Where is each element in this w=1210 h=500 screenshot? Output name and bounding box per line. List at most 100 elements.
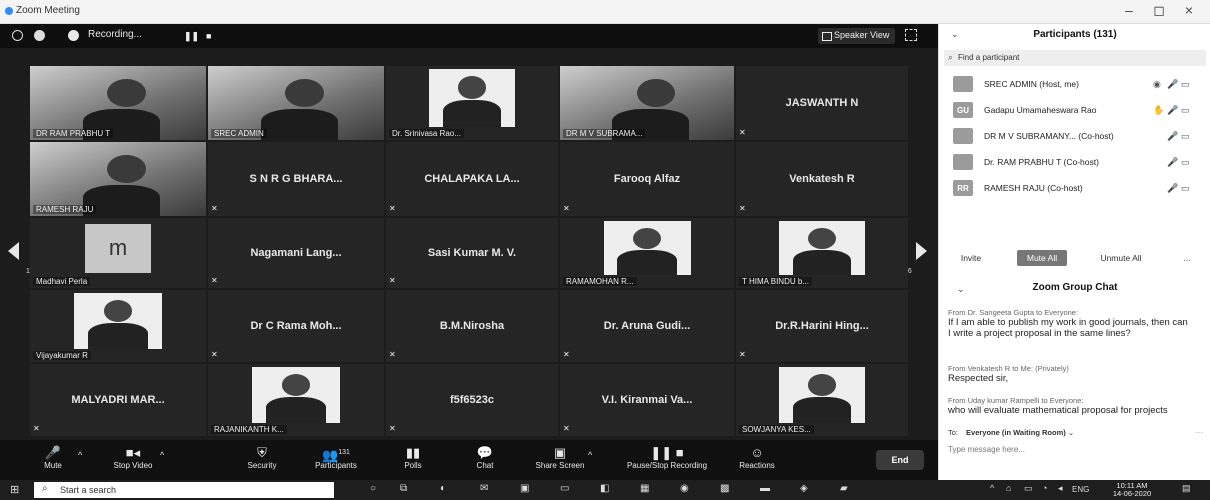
polls-button[interactable]: ▮▮ Polls xyxy=(398,444,428,478)
share-options-chevron-icon[interactable]: ^ xyxy=(588,450,592,484)
cortana-icon[interactable]: ○ xyxy=(370,483,376,497)
mail-icon[interactable]: ✉ xyxy=(480,483,488,497)
windows-start-icon[interactable]: ⊞ xyxy=(10,483,19,497)
participant-status-icon[interactable]: 🎤 xyxy=(1167,183,1178,194)
edge-browser-icon[interactable]: ◐ xyxy=(440,483,446,497)
maximize-button[interactable]: ◻ xyxy=(1150,2,1168,19)
wifi-icon[interactable]: ◔ xyxy=(1042,483,1047,497)
participant-tile[interactable]: Dr. Aruna Gudi... ✕ xyxy=(560,290,734,362)
network-icon[interactable]: ⌂ xyxy=(1006,483,1011,497)
participant-tile[interactable]: Dr. Srinivasa Rao... xyxy=(386,66,558,140)
participant-tile[interactable]: Vijayakumar R xyxy=(30,290,206,362)
language-indicator[interactable]: ENG xyxy=(1072,485,1089,499)
participant-tile[interactable]: Farooq Alfaz ✕ xyxy=(560,142,734,216)
stop-video-button[interactable]: ■◂ Stop Video xyxy=(100,444,166,478)
unmute-all-button[interactable]: Unmute All xyxy=(1087,250,1155,266)
app-icon-3[interactable]: ◉ xyxy=(680,483,689,497)
invite-button[interactable]: Invite xyxy=(951,250,991,266)
volume-icon[interactable]: ◂ xyxy=(1058,483,1063,497)
participant-row[interactable]: Dr. RAM PRABHU T (Co-host) 🎤 ▭ xyxy=(939,150,1210,176)
participant-row[interactable]: DR M V SUBRAMANY... (Co-host) 🎤 ▭ xyxy=(939,124,1210,150)
speaker-view-button[interactable]: Speaker View xyxy=(818,28,896,44)
participant-row[interactable]: GU Gadapu Umamaheswara Rao ✋ 🎤 ▭ xyxy=(939,98,1210,124)
video-options-chevron-icon[interactable]: ^ xyxy=(160,450,164,484)
audio-options-chevron-icon[interactable]: ^ xyxy=(78,450,82,484)
participant-row[interactable]: RR RAMESH RAJU (Co-host) 🎤 ▭ xyxy=(939,176,1210,202)
participant-row[interactable]: SREC ADMIN (Host, me) ◉ 🎤 ▭ xyxy=(939,72,1210,98)
prev-page-icon[interactable] xyxy=(8,242,19,260)
chat-more-icon[interactable]: ··· xyxy=(1195,428,1203,437)
participant-tile[interactable]: S N R G BHARA... ✕ xyxy=(208,142,384,216)
pause-stop-recording-button[interactable]: ❚❚ ■ Pause/Stop Recording xyxy=(612,444,722,478)
task-view-icon[interactable]: ⧉ xyxy=(400,483,407,497)
shield-icon[interactable] xyxy=(34,30,45,41)
participant-tile[interactable]: B.M.Nirosha ✕ xyxy=(386,290,558,362)
participant-status-icon[interactable]: 🎤 xyxy=(1167,105,1178,116)
participant-status-icon[interactable]: ◉ xyxy=(1153,79,1161,90)
participant-tile[interactable]: MALYADRI MAR... ✕ xyxy=(30,364,206,436)
store-icon[interactable]: ▣ xyxy=(520,483,529,497)
chat-button[interactable]: 💬 Chat xyxy=(470,444,500,478)
close-button[interactable]: × xyxy=(1180,2,1198,18)
participant-tile[interactable]: SOWJANYA KES... xyxy=(736,364,908,436)
participant-tile[interactable]: RAMESH RAJU xyxy=(30,142,206,216)
taskbar-search-input[interactable]: ⌕ Start a search xyxy=(34,482,334,498)
participant-tile[interactable]: DR M V SUBRAMA... xyxy=(560,66,734,140)
app-icon-5[interactable]: ◈ xyxy=(800,483,808,497)
participant-search-input[interactable]: ⌕ Find a participant xyxy=(944,50,1206,66)
participant-tile[interactable]: DR RAM PRABHU T xyxy=(30,66,206,140)
participant-tile[interactable]: RAMAMOHAN R... xyxy=(560,218,734,288)
participant-tile[interactable]: Sasi Kumar M. V. ✕ xyxy=(386,218,558,288)
participant-tile[interactable]: SREC ADMIN xyxy=(208,66,384,140)
participant-status-icon[interactable]: ▭ xyxy=(1181,79,1190,90)
participant-name: Dr C Rama Moh... xyxy=(250,320,342,332)
info-icon[interactable] xyxy=(12,30,23,41)
minimize-button[interactable]: – xyxy=(1120,2,1138,18)
participant-status-icon[interactable]: ▭ xyxy=(1181,105,1190,116)
app-icon-4[interactable]: ▩ xyxy=(720,483,729,497)
mute-button[interactable]: 🎤 Mute xyxy=(36,444,70,478)
photo-body xyxy=(792,397,852,424)
participant-tile[interactable]: CHALAPAKA LA... ✕ xyxy=(386,142,558,216)
chat-message-input[interactable]: Type message here... xyxy=(948,445,1025,454)
participant-tile[interactable]: T HIMA BINDU b... xyxy=(736,218,908,288)
more-options-button[interactable]: ... xyxy=(1177,250,1197,266)
mute-all-button[interactable]: Mute All xyxy=(1017,250,1067,266)
participant-tile[interactable]: Dr C Rama Moh... ✕ xyxy=(208,290,384,362)
reactions-button[interactable]: ☺ Reactions xyxy=(734,444,780,478)
participant-status-icon[interactable]: ▭ xyxy=(1181,131,1190,142)
video-camera-icon: ■◂ xyxy=(125,445,141,460)
app-icon-1[interactable]: ◧ xyxy=(600,483,609,497)
participant-status-icon[interactable]: ✋ xyxy=(1153,105,1164,116)
file-explorer-icon[interactable]: ▭ xyxy=(560,483,569,497)
participant-tile[interactable]: Dr.R.Harini Hing... ✕ xyxy=(736,290,908,362)
share-screen-button[interactable]: ▣ Share Screen xyxy=(530,444,590,478)
participant-tile[interactable]: f5f6523c ✕ xyxy=(386,364,558,436)
stop-recording-icon[interactable]: ■ xyxy=(206,31,216,41)
app-icon-2[interactable]: ▦ xyxy=(640,483,649,497)
app-icon-6[interactable]: ▰ xyxy=(840,483,848,497)
fullscreen-icon[interactable] xyxy=(905,29,917,41)
participant-tile[interactable]: Nagamani Lang... ✕ xyxy=(208,218,384,288)
participant-tile[interactable]: RAJANIKANTH K... xyxy=(208,364,384,436)
next-page-icon[interactable] xyxy=(916,242,927,260)
battery-icon[interactable]: ▭ xyxy=(1024,483,1033,497)
participant-status-icon[interactable]: ▭ xyxy=(1181,157,1190,168)
chat-recipient-select[interactable]: To: Everyone (in Waiting Room) ⌄ xyxy=(948,428,1074,437)
notifications-icon[interactable]: ▤ xyxy=(1182,483,1191,497)
participant-tile[interactable]: m Madhavi Perla xyxy=(30,218,206,288)
participant-status-icon[interactable]: 🎤 xyxy=(1167,79,1178,90)
participant-tile[interactable]: Venkatesh R ✕ xyxy=(736,142,908,216)
participant-status-icon[interactable]: 🎤 xyxy=(1167,131,1178,142)
participant-status-icon[interactable]: 🎤 xyxy=(1167,157,1178,168)
end-meeting-button[interactable]: End xyxy=(876,450,924,470)
pause-recording-icon[interactable]: ❚❚ xyxy=(184,31,199,41)
participants-button[interactable]: 👥131 Participants xyxy=(306,444,366,478)
taskbar-clock[interactable]: 10:11 AM 14-06-2020 xyxy=(1102,482,1162,498)
participant-tile[interactable]: JASWANTH N ✕ xyxy=(736,66,908,140)
security-button[interactable]: ⛨ Security xyxy=(240,444,284,478)
tray-chevron-icon[interactable]: ^ xyxy=(990,483,994,497)
participant-tile[interactable]: V.I. Kiranmai Va... ✕ xyxy=(560,364,734,436)
participant-status-icon[interactable]: ▭ xyxy=(1181,183,1190,194)
zoom-taskbar-icon[interactable]: ▬ xyxy=(760,483,770,497)
